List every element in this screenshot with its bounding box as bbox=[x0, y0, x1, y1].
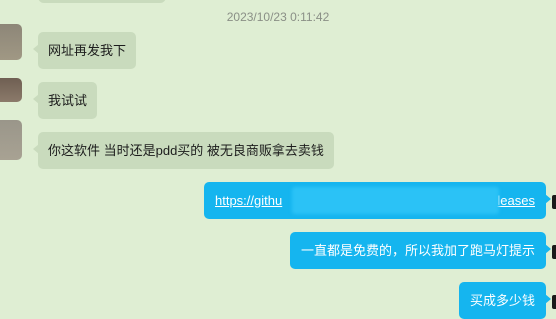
message-text: 我试试 bbox=[48, 93, 88, 108]
message-text: 一直都是免费的，所以我加了跑马灯提示 bbox=[300, 243, 535, 258]
message-link-suffix[interactable]: leases bbox=[497, 194, 535, 207]
outgoing-message-bubble[interactable]: 买成多少钱 bbox=[458, 282, 552, 319]
message-text: 你这软件 当时还是pdd买的 被无良商贩拿去卖钱 bbox=[48, 143, 324, 158]
message-text: 买成多少钱 bbox=[469, 293, 535, 308]
message-link-prefix[interactable]: https://githu bbox=[215, 193, 282, 208]
incoming-message-bubble[interactable]: 网址再发我下 bbox=[32, 32, 137, 69]
message-text: 网址再发我下 bbox=[48, 43, 127, 58]
previous-message-bubble-fragment bbox=[38, 0, 166, 3]
outgoing-message-bubble[interactable]: 一直都是免费的，所以我加了跑马灯提示 bbox=[289, 232, 552, 269]
contact-avatar[interactable] bbox=[0, 78, 22, 102]
message-timestamp: 2023/10/23 0:11:42 bbox=[226, 10, 330, 24]
outgoing-link-message-bubble[interactable]: https://githu leases bbox=[204, 182, 551, 219]
sender-avatar-edge bbox=[552, 195, 556, 209]
sender-avatar-edge bbox=[552, 245, 556, 259]
contact-avatar[interactable] bbox=[0, 120, 22, 160]
contact-avatar[interactable] bbox=[0, 24, 22, 60]
sender-avatar-edge bbox=[552, 295, 556, 309]
redaction-blur bbox=[292, 187, 499, 214]
incoming-message-bubble[interactable]: 你这软件 当时还是pdd买的 被无良商贩拿去卖钱 bbox=[33, 132, 334, 169]
incoming-message-bubble[interactable]: 我试试 bbox=[32, 82, 98, 119]
